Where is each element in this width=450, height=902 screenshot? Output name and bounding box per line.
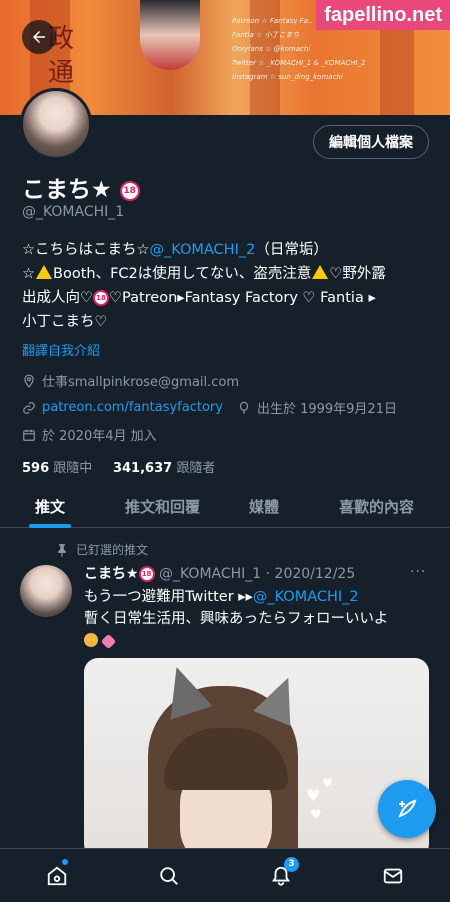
banner-line: Fantia ☆ 小丁こまち — [232, 31, 300, 39]
link-icon — [23, 401, 35, 414]
banner-line: Twitter ☆ _KOMACHI_1 & _KOMACHI_2 — [232, 59, 366, 67]
tab-tweets[interactable]: 推文 — [0, 484, 100, 528]
bottom-navigation: 3 — [0, 848, 450, 902]
profile-avatar[interactable] — [20, 88, 92, 160]
nav-messages[interactable] — [380, 863, 406, 889]
nav-notifications[interactable]: 3 — [268, 857, 299, 889]
tweet-header: こまち★ 18 @_KOMACHI_1 · 2020/12/25 — [84, 563, 355, 583]
banner-line: Instagram ☆ sun_ding_komachi — [232, 73, 343, 81]
edit-profile-button[interactable]: 編輯個人檔案 — [313, 125, 429, 159]
profile-joined-row: 於 2020年4月 加入 — [22, 425, 157, 444]
profile-bio: ☆こちらはこまち☆@_KOMACHI_2（日常垢） ☆ Booth、FC2は使用し… — [22, 242, 386, 330]
tab-likes[interactable]: 喜歡的內容 — [303, 484, 450, 528]
warning-icon — [36, 265, 52, 279]
age-restriction-icon: 18 — [138, 566, 155, 582]
watermark: fapellino.net — [316, 0, 450, 30]
balloon-icon — [239, 401, 249, 414]
banner-line: Onlyfans ☆ @komachi — [232, 45, 311, 53]
back-arrow-icon — [33, 31, 45, 43]
compose-icon — [398, 799, 417, 818]
smiling-face-emoji-icon — [84, 633, 98, 647]
tweet-text: もう一つ避難用Twitter ▸▸@_KOMACHI_2 暫く日常生活用、興味あ… — [84, 586, 434, 652]
display-name: こまち★ 18 — [22, 170, 140, 204]
tweet-handle-date: @_KOMACHI_1 · 2020/12/25 — [159, 566, 356, 582]
profile-tabs: 推文 推文和回覆 媒體 喜歡的內容 — [0, 484, 450, 528]
back-button[interactable] — [22, 20, 56, 54]
website-link[interactable]: patreon.com/fantasyfactory — [42, 400, 223, 415]
nav-search[interactable] — [156, 863, 182, 889]
calendar-icon — [23, 429, 35, 441]
heart-icon: ♥ — [310, 808, 322, 823]
follow-stats: 596 跟隨中 341,637 跟隨者 — [22, 457, 215, 476]
tweet-image[interactable]: ♥ ♥ ♥ — [84, 658, 429, 858]
tab-tweets-replies[interactable]: 推文和回覆 — [100, 484, 225, 528]
search-icon — [160, 867, 178, 885]
profile-email-row: 仕事smallpinkrose@gmail.com — [22, 371, 239, 390]
heart-icon: ♥ — [322, 776, 333, 790]
display-name-text: こまち★ — [22, 177, 112, 203]
tweet-author-name[interactable]: こまち★ — [84, 566, 139, 582]
pin-icon — [57, 543, 67, 557]
age-restriction-icon: 18 — [119, 180, 140, 201]
tab-media[interactable]: 媒體 — [225, 484, 303, 528]
followers-link[interactable]: 341,637 跟隨者 — [113, 461, 215, 476]
translate-bio-link[interactable]: 翻譯自我介紹 — [22, 340, 100, 359]
tweet-more-icon[interactable]: ··· — [410, 564, 426, 580]
heart-icon: ♥ — [306, 786, 321, 805]
compose-tweet-button[interactable] — [378, 780, 436, 838]
following-link[interactable]: 596 跟隨中 — [22, 461, 92, 476]
home-icon — [47, 866, 67, 886]
profile-handle: @_KOMACHI_1 — [22, 204, 125, 220]
mail-icon — [383, 868, 403, 884]
location-icon — [24, 374, 34, 388]
bio-mention-link[interactable]: @_KOMACHI_2 — [150, 242, 256, 258]
home-unread-dot — [62, 859, 68, 865]
age-restriction-icon: 18 — [93, 290, 109, 306]
notification-count-badge: 3 — [284, 857, 299, 872]
pinned-label: 已釘選的推文 — [56, 541, 148, 558]
tweet-avatar[interactable] — [20, 565, 72, 617]
warning-icon — [312, 265, 329, 279]
banner-photo — [140, 0, 200, 70]
nav-home[interactable] — [44, 859, 70, 889]
tweet-mention-link[interactable]: @_KOMACHI_2 — [253, 589, 359, 605]
profile-website-row: patreon.com/fantasyfactory 出生於 1999年9月21… — [22, 398, 397, 417]
hearts-emoji-icon — [100, 633, 116, 650]
